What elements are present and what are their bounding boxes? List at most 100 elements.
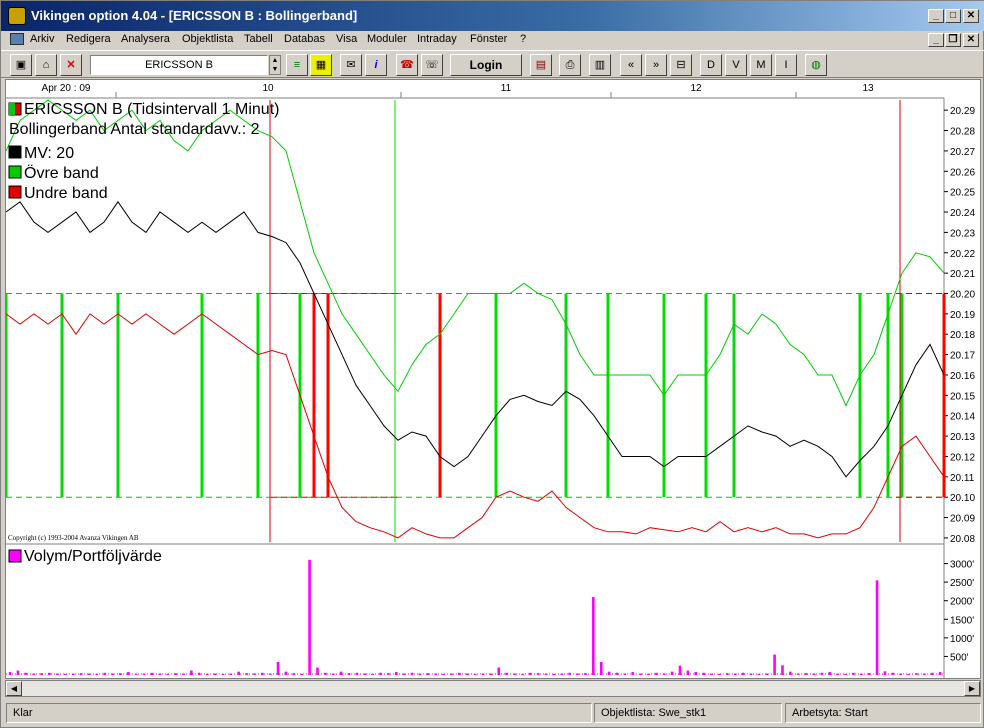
menu-analysera[interactable]: Analysera [121, 33, 170, 45]
delete-icon[interactable]: ✕ [60, 54, 82, 76]
volume-bar [79, 673, 83, 675]
volume-bar [363, 673, 367, 675]
volume-bar [158, 673, 162, 675]
series-line-1 [6, 99, 945, 407]
volume-bar [576, 673, 579, 675]
volume-bar [875, 580, 879, 675]
symbol-input[interactable]: ERICSSON B [90, 55, 268, 75]
login-button[interactable]: Login [450, 54, 522, 76]
menu-intraday[interactable]: Intraday [417, 33, 457, 45]
volume-bar [56, 673, 59, 675]
menu-tabell[interactable]: Tabell [244, 33, 273, 45]
close-button[interactable]: ✕ [963, 9, 979, 23]
mdi-minimize-button[interactable]: _ [928, 33, 944, 47]
app-icon[interactable] [8, 7, 26, 25]
menu-fonster[interactable]: Fönster [470, 33, 507, 45]
briefcase-icon[interactable]: ▤ [530, 54, 552, 76]
volume-bar [371, 673, 374, 675]
open-folder-icon[interactable]: ⌂ [35, 54, 57, 76]
menu-visa[interactable]: Visa [336, 33, 357, 45]
volume-bar [718, 673, 721, 675]
volume-bar [308, 559, 311, 675]
menu-help[interactable]: ? [520, 33, 526, 45]
menu-databas[interactable]: Databas [284, 33, 325, 45]
scroll-left-arrow-icon[interactable]: ◀ [6, 681, 22, 696]
minimize-button[interactable]: _ [928, 9, 944, 23]
menu-redigera[interactable]: Redigera [66, 33, 111, 45]
mdi-restore-button[interactable]: ❐ [945, 33, 961, 47]
volume-bar [292, 673, 296, 675]
x-tick-label: 13 [862, 83, 874, 94]
volume-bar [859, 673, 863, 675]
volume-bar [394, 672, 398, 675]
doc-icon[interactable] [10, 33, 24, 45]
y-tick-label: 20.20 [950, 290, 975, 301]
maximize-button[interactable]: □ [945, 9, 961, 23]
volume-tick-label: 1000' [950, 634, 974, 645]
volume-bar [442, 673, 445, 675]
volume-bar [253, 673, 256, 675]
status-objektlista: Objektlista: Swe_stk1 [594, 703, 782, 723]
phone-icon[interactable]: ☎ [396, 54, 418, 76]
y-tick-label: 20.26 [950, 167, 975, 178]
volume-bar [899, 673, 902, 675]
volume-bar [710, 673, 713, 675]
scroll-left-icon[interactable]: « [620, 54, 642, 76]
horizontal-scrollbar[interactable]: ◀ ▶ [5, 680, 981, 697]
print-icon[interactable]: ⎙ [559, 54, 581, 76]
menu-arkiv[interactable]: Arkiv [30, 33, 54, 45]
volume-bar [655, 672, 658, 675]
volume-tick-label: 2000' [950, 597, 974, 608]
symbol-spinner[interactable]: ▲ ▼ [269, 55, 281, 75]
volume-bar [95, 673, 99, 675]
volume-bar [662, 673, 666, 675]
series-line-2 [6, 313, 945, 539]
app-window: Vikingen option 4.04 - [ERICSSON B : Bol… [0, 0, 984, 728]
mdi-close-button[interactable]: ✕ [963, 33, 979, 47]
chart-canvas: Apr 20 : 09 10 11 12 13 20.29 20.28 20.27 20.26 2… [6, 83, 975, 678]
volume-bar [300, 673, 304, 675]
volume-bar [836, 673, 839, 675]
volume-bar [773, 654, 776, 675]
volume-bar [702, 672, 705, 675]
menu-objektlista[interactable]: Objektlista [182, 33, 233, 45]
volume-bar [544, 673, 548, 675]
globe-icon[interactable]: ◍ [805, 54, 827, 76]
legend-swatch [8, 185, 22, 199]
period-week-button[interactable]: V [725, 54, 747, 76]
volume-bar [505, 672, 508, 675]
volume-bar [410, 672, 414, 675]
split-icon[interactable]: ⊟ [670, 54, 692, 76]
volume-bar [347, 673, 351, 675]
money-icon[interactable]: ≡ [286, 54, 308, 76]
volume-bar [16, 670, 20, 675]
volume-bar [481, 673, 485, 675]
period-intraday-button[interactable]: I [775, 54, 797, 76]
status-text: Klar [6, 703, 592, 723]
menu-moduler[interactable]: Moduler [367, 33, 407, 45]
volume-bar [32, 673, 36, 675]
grid-icon[interactable]: ▥ [589, 54, 611, 76]
volume-bar [40, 673, 43, 675]
volume-bar [331, 673, 335, 675]
volume-title: Volym/Portföljvärde [24, 548, 162, 565]
legend-label: MV: 20 [24, 145, 74, 162]
chart-subtitle: Bollingerband Antal standardavv.: 2 [9, 121, 260, 138]
volume-bar [741, 672, 745, 675]
chart-area[interactable]: Apr 20 : 09 10 11 12 13 20.29 20.28 20.27 20.26 2… [5, 79, 981, 679]
volume-bar [592, 597, 595, 675]
calculator-icon[interactable]: ▦ [310, 54, 332, 76]
save-icon[interactable]: ▣ [10, 54, 32, 76]
phone-lock-icon[interactable]: ☏ [421, 54, 443, 76]
mail-icon[interactable]: ✉ [340, 54, 362, 76]
info-icon[interactable]: i [365, 54, 387, 76]
scroll-right-arrow-icon[interactable]: ▶ [964, 681, 980, 696]
volume-bar [63, 673, 67, 675]
y-tick-label: 20.25 [950, 188, 975, 199]
volume-bar [781, 665, 784, 675]
scroll-right-icon[interactable]: » [645, 54, 667, 76]
volume-bar [938, 672, 942, 675]
period-month-button[interactable]: M [750, 54, 772, 76]
period-day-button[interactable]: D [700, 54, 722, 76]
volume-bar [733, 673, 737, 675]
